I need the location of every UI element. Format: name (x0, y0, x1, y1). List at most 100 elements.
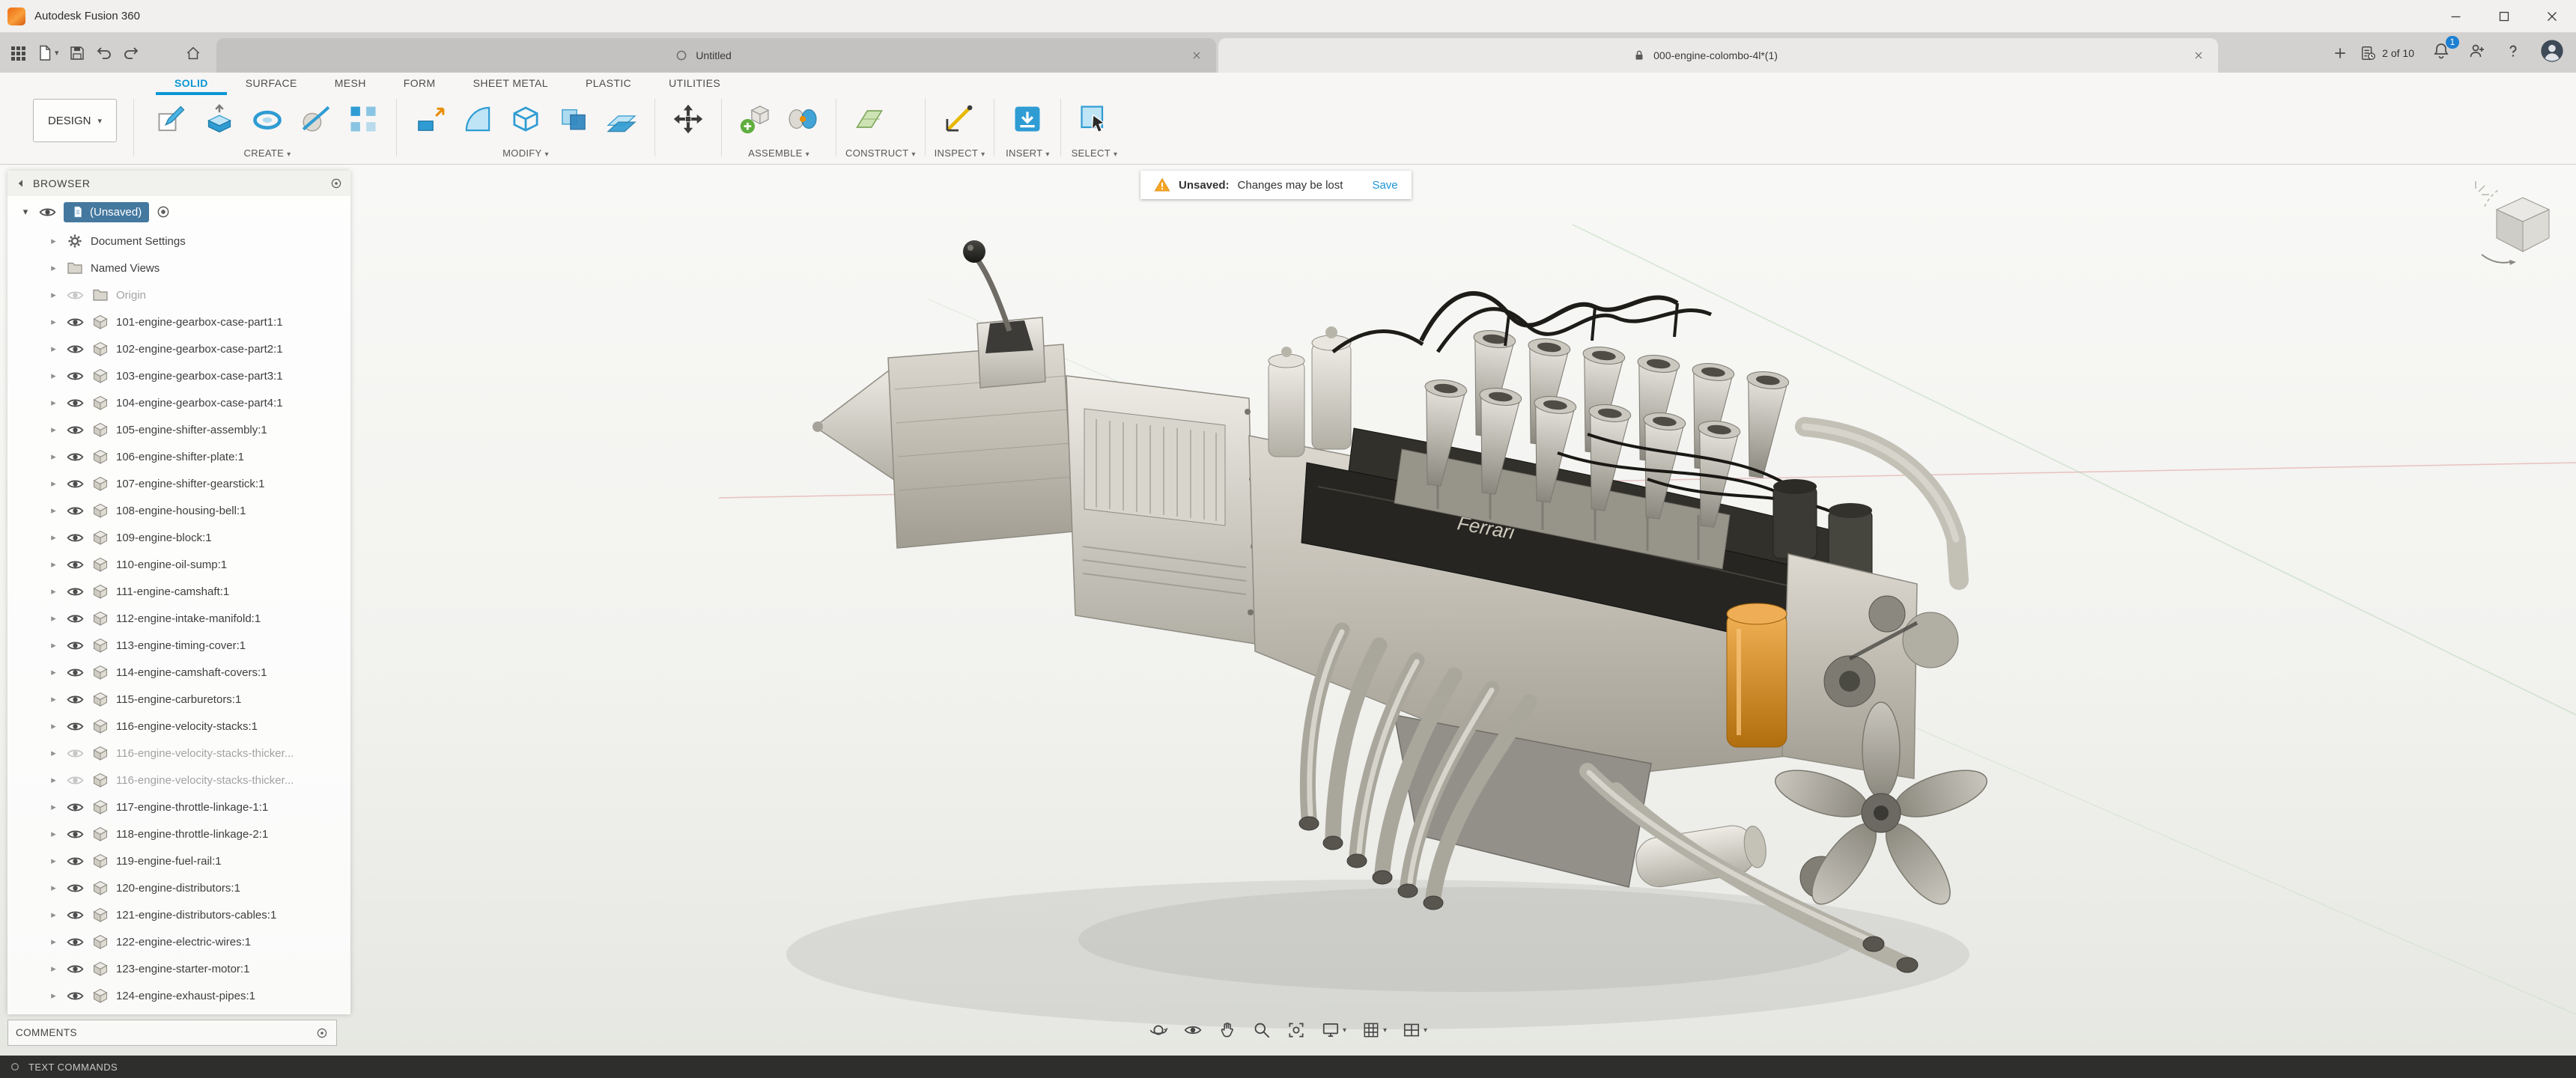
notifications-button[interactable]: 1 (2432, 36, 2459, 64)
browser-item-label[interactable]: 107-engine-shifter-gearstick:1 (116, 478, 264, 490)
browser-item[interactable]: ▸ 104-engine-gearbox-case-part4:1 (7, 389, 350, 416)
browser-item[interactable]: ▸ 113-engine-timing-cover:1 (7, 632, 350, 659)
browser-item[interactable]: ▸ 111-engine-camshaft:1 (7, 578, 350, 605)
orbit-button[interactable] (1144, 1018, 1173, 1042)
visibility-eye-icon[interactable] (66, 825, 85, 844)
browser-item[interactable]: ▸ 105-engine-shifter-assembly:1 (7, 416, 350, 443)
browser-item-label[interactable]: 102-engine-gearbox-case-part2:1 (116, 343, 283, 356)
visibility-eye-icon[interactable] (66, 609, 85, 628)
root-document-chip[interactable]: (Unsaved) (64, 201, 150, 222)
fillet-button[interactable] (454, 97, 502, 141)
combine-button[interactable] (550, 97, 598, 141)
browser-item-label[interactable]: 104-engine-gearbox-case-part4:1 (116, 397, 283, 409)
browser-item[interactable]: ▸ 101-engine-gearbox-case-part1:1 (7, 308, 350, 335)
expand-arrow-icon[interactable]: ▸ (48, 612, 59, 624)
data-panel-button[interactable] (4, 40, 31, 67)
ribbon-tab-mesh[interactable]: MESH (316, 73, 385, 95)
viewport[interactable]: Ferrari Unsaved: Changes may be lost Sav… (0, 165, 2576, 1056)
expand-arrow-icon[interactable]: ▸ (48, 424, 59, 436)
visibility-eye-icon[interactable] (66, 906, 85, 925)
measure-button[interactable] (935, 97, 982, 141)
ribbon-tab-surface[interactable]: SURFACE (227, 73, 316, 95)
browser-item[interactable]: ▸ Origin (7, 281, 350, 308)
ribbon-group-label[interactable]: MODIFY ▾ (406, 147, 645, 164)
browser-item-label[interactable]: 115-engine-carburetors:1 (116, 693, 241, 706)
expand-arrow-icon[interactable]: ▸ (48, 451, 59, 463)
browser-item[interactable]: ▸ 116-engine-velocity-stacks-thicker... (7, 740, 350, 767)
ribbon-tab-form[interactable]: FORM (385, 73, 455, 95)
save-link[interactable]: Save (1372, 179, 1397, 192)
ribbon-group-label[interactable]: CONSTRUCT ▾ (845, 147, 916, 164)
save-button[interactable] (64, 40, 91, 67)
redo-button[interactable] (118, 40, 145, 67)
grid-settings-button[interactable]: ▾ (1357, 1018, 1391, 1042)
expand-arrow-icon[interactable]: ▸ (48, 235, 59, 247)
collapse-panel-icon[interactable] (15, 177, 27, 189)
extrude-button[interactable] (195, 97, 243, 141)
activate-radio-icon[interactable] (156, 204, 171, 219)
expand-arrow-icon[interactable]: ▸ (48, 693, 59, 705)
visibility-eye-icon[interactable] (66, 555, 85, 574)
visibility-eye-icon[interactable] (66, 367, 85, 386)
browser-item-label[interactable]: 111-engine-camshaft:1 (116, 585, 229, 598)
browser-item-label[interactable]: 106-engine-shifter-plate:1 (116, 451, 244, 463)
expand-arrow-icon[interactable]: ▸ (48, 801, 59, 813)
browser-filter-icon[interactable] (329, 177, 343, 190)
visibility-eye-icon[interactable] (66, 340, 85, 359)
view-cube[interactable] (2474, 177, 2572, 274)
visibility-eye-icon[interactable] (66, 663, 85, 682)
construction-plane-button[interactable] (845, 97, 893, 141)
browser-item-label[interactable]: Document Settings (91, 235, 186, 248)
visibility-eye-icon[interactable] (66, 394, 85, 412)
comments-target-icon[interactable] (315, 1026, 329, 1040)
browser-item[interactable]: ▸ 102-engine-gearbox-case-part2:1 (7, 335, 350, 362)
sweep-button[interactable] (291, 97, 339, 141)
browser-item-label[interactable]: 124-engine-exhaust-pipes:1 (116, 990, 255, 1002)
shell-button[interactable] (502, 97, 550, 141)
browser-item[interactable]: ▸ 118-engine-throttle-linkage-2:1 (7, 820, 350, 847)
visibility-eye-icon[interactable] (66, 448, 85, 466)
browser-item-label[interactable]: Origin (116, 289, 146, 302)
expand-arrow-icon[interactable]: ▸ (48, 585, 59, 597)
visibility-eye-icon[interactable] (66, 582, 85, 601)
new-component-button[interactable] (731, 97, 779, 141)
expand-arrow-icon[interactable]: ▸ (48, 558, 59, 570)
ribbon-group-label[interactable]: CREATE ▾ (148, 147, 387, 164)
visibility-eye-icon[interactable] (66, 286, 85, 305)
browser-item-label[interactable]: Named Views (91, 262, 160, 275)
visibility-eye-icon[interactable] (66, 987, 85, 1005)
document-tab-engine[interactable]: 000-engine-colombo-4l*(1) (1218, 38, 2218, 73)
expand-arrow-icon[interactable]: ▸ (48, 262, 59, 274)
offset-face-button[interactable] (598, 97, 645, 141)
browser-item-label[interactable]: 109-engine-block:1 (116, 532, 212, 544)
zoom-button[interactable] (1248, 1018, 1276, 1042)
browser-item[interactable]: ▸ 124-engine-exhaust-pipes:1 (7, 982, 350, 1009)
select-button[interactable] (1070, 97, 1118, 141)
expand-arrow-icon[interactable]: ▸ (48, 343, 59, 355)
browser-item[interactable]: ▸ 122-engine-electric-wires:1 (7, 928, 350, 955)
expand-arrow-icon[interactable]: ▸ (48, 639, 59, 651)
ribbon-group-label[interactable]: SELECT ▾ (1070, 147, 1118, 164)
visibility-eye-icon[interactable] (66, 771, 85, 790)
expand-arrow-icon[interactable]: ▸ (48, 909, 59, 921)
viewport-canvas[interactable]: Ferrari (0, 165, 2576, 1056)
help-button[interactable] (2504, 42, 2522, 64)
expand-arrow-icon[interactable]: ▸ (48, 532, 59, 543)
visibility-eye-icon[interactable] (66, 798, 85, 817)
document-tab-untitled[interactable]: Untitled (216, 38, 1216, 73)
fit-button[interactable] (1282, 1018, 1310, 1042)
expand-arrow-icon[interactable]: ▸ (48, 316, 59, 328)
browser-item[interactable]: ▸ 123-engine-starter-motor:1 (7, 955, 350, 982)
expand-arrow-icon[interactable]: ▸ (48, 289, 59, 301)
display-settings-button[interactable]: ▾ (1316, 1018, 1351, 1042)
expand-arrow-icon[interactable]: ▸ (48, 720, 59, 732)
browser-item-label[interactable]: 113-engine-timing-cover:1 (116, 639, 246, 652)
browser-item[interactable]: ▸ 108-engine-housing-bell:1 (7, 497, 350, 524)
revolve-button[interactable] (243, 97, 291, 141)
ribbon-tab-sheet-metal[interactable]: SHEET METAL (455, 73, 567, 95)
expand-arrow-icon[interactable]: ▸ (48, 828, 59, 840)
ribbon-group-label[interactable]: INSERT ▾ (1003, 147, 1051, 164)
home-button[interactable] (180, 40, 206, 67)
ribbon-group-label[interactable] (664, 159, 712, 164)
visibility-eye-icon[interactable] (66, 717, 85, 736)
